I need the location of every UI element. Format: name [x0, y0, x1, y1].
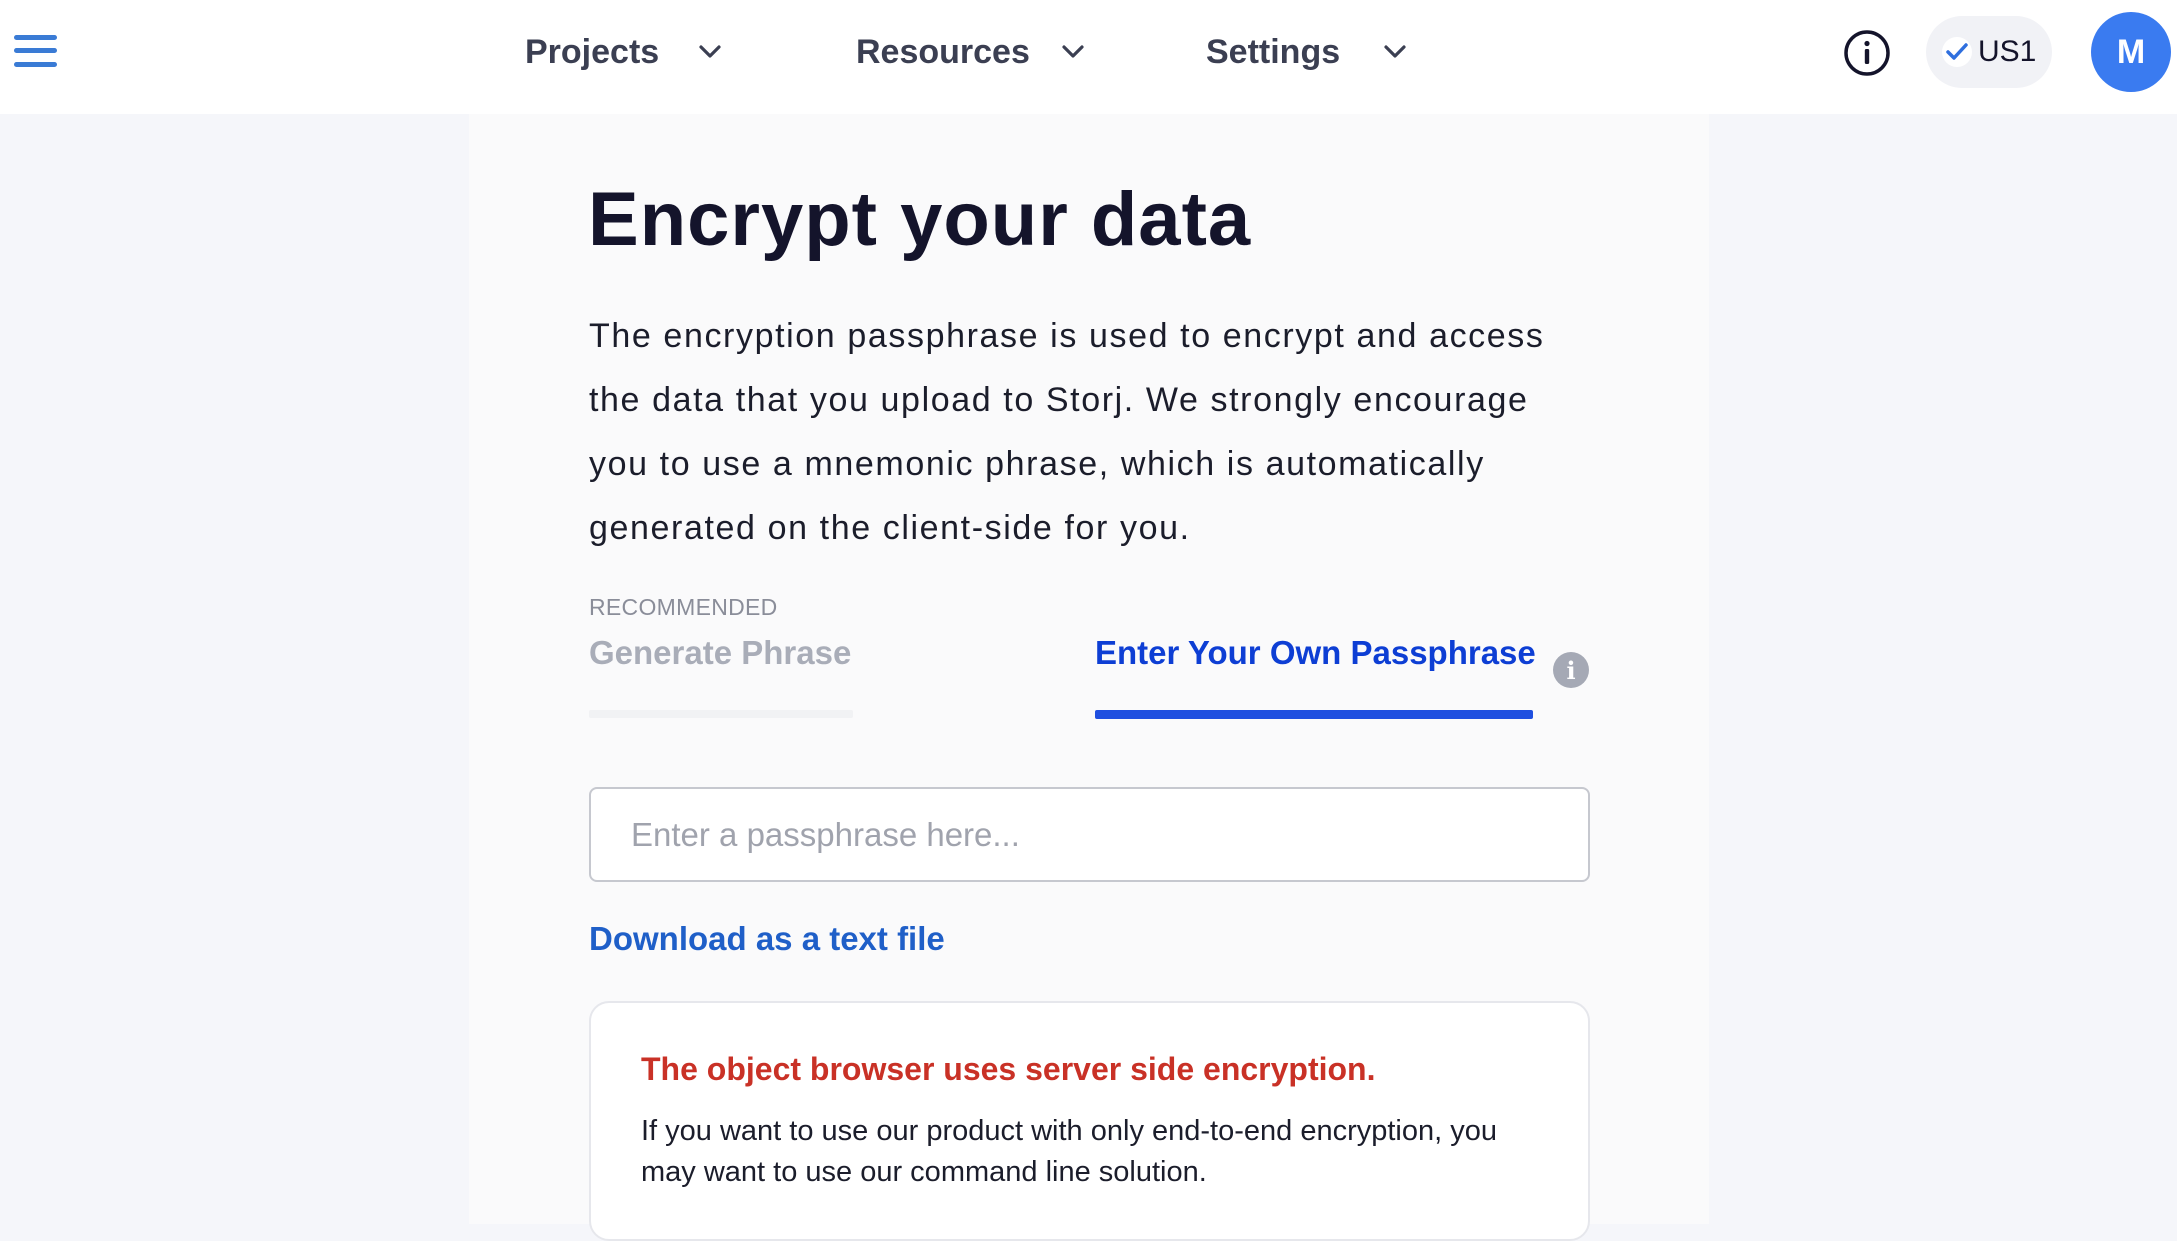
- tab-underline-inactive: [589, 710, 853, 718]
- tab-generate-phrase[interactable]: Generate Phrase: [589, 634, 851, 686]
- chevron-down-icon: [1058, 37, 1088, 67]
- menu-icon[interactable]: [14, 33, 58, 69]
- page-description: The encryption passphrase is used to enc…: [589, 317, 1545, 547]
- nav-settings[interactable]: Settings: [1206, 28, 1410, 76]
- top-header: Projects Resources Settings US1 M: [0, 0, 2177, 114]
- passphrase-input[interactable]: [589, 787, 1590, 882]
- region-label: US1: [1978, 35, 2037, 68]
- notice-title: The object browser uses server side encr…: [641, 1051, 1376, 1087]
- chevron-down-icon: [1380, 37, 1410, 67]
- main-panel: Encrypt your data The encryption passphr…: [469, 114, 1709, 1241]
- region-selector[interactable]: US1: [1926, 16, 2052, 88]
- avatar[interactable]: M: [2091, 12, 2171, 92]
- nav-projects[interactable]: Projects: [525, 28, 725, 76]
- recommended-label: RECOMMENDED: [589, 594, 778, 620]
- info-icon[interactable]: [1843, 29, 1891, 77]
- checkmark-icon: [1942, 37, 1972, 67]
- nav-projects-label: Projects: [525, 32, 660, 71]
- chevron-down-icon: [695, 37, 725, 67]
- tab-enter-own-passphrase[interactable]: Enter Your Own Passphrase: [1095, 634, 1536, 686]
- download-text-file-link[interactable]: Download as a text file: [589, 920, 945, 958]
- nav-resources-label: Resources: [856, 32, 1030, 71]
- info-icon[interactable]: i: [1553, 652, 1589, 688]
- nav-settings-label: Settings: [1206, 32, 1341, 71]
- tab-underline-active: [1095, 710, 1533, 719]
- notice-body: If you want to use our product with only…: [641, 1115, 1497, 1188]
- nav-resources[interactable]: Resources: [856, 28, 1088, 76]
- page-title: Encrypt your data: [588, 177, 1252, 262]
- encryption-notice: The object browser uses server side encr…: [589, 1001, 1590, 1241]
